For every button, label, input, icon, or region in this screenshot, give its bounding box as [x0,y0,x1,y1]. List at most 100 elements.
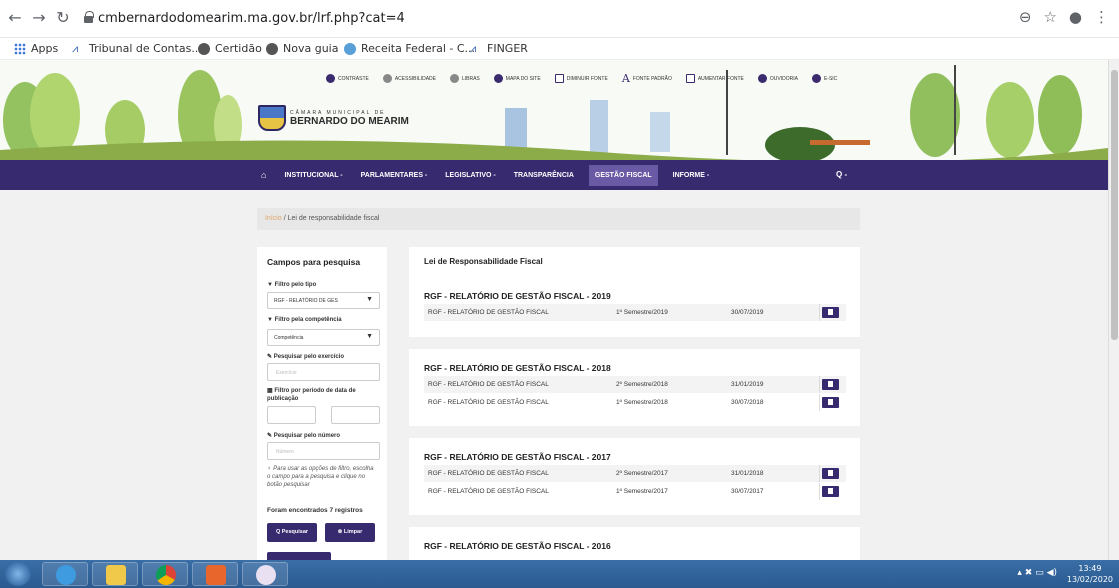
scrollbar-thumb[interactable] [1111,70,1118,340]
date-start-input[interactable] [267,406,316,424]
results-count: Foram encontrados 7 registros [267,507,363,514]
search-button[interactable]: Q Pesquisar [267,523,317,542]
menu-icon[interactable]: ⋮ [1094,8,1109,26]
main-nav: ⌂ INSTITUCIONAL - PARLAMENTARES - LEGISL… [0,160,1108,190]
globe-icon [266,42,278,55]
table-row: RGF - RELATÓRIO DE GESTÃO FISCAL 2º Seme… [424,465,846,482]
column-divider [819,376,820,393]
filter-help-note: ♀ Para usar as opções de filtro, escolha… [267,466,374,488]
paint-icon [256,565,276,585]
system-clock[interactable]: 13:49 13/02/2020 [1067,563,1113,585]
bookmark-finger[interactable]: ⩘ FINGER [470,42,528,55]
decrease-font-link[interactable]: DIMINUIR FONTE [554,72,608,85]
nav-informe[interactable]: INFORME - [670,168,713,183]
phone-icon [757,74,767,83]
nav-transparencia[interactable]: TRANSPARÊNCIA [511,168,577,183]
taskbar-app-orange[interactable] [192,562,238,586]
section-title-2019: RGF - RELATÓRIO DE GESTÃO FISCAL - 2019 [424,291,611,301]
app-orange-icon [206,565,226,585]
receita-logo-icon [344,42,356,55]
globe-icon [198,42,210,55]
libras-link[interactable]: LIBRAS [449,72,480,85]
start-button[interactable] [5,562,31,586]
sitemap-link[interactable]: MAPA DO SITE [493,72,541,85]
breadcrumb: Início / Lei de responsabilidade fiscal [257,208,860,230]
system-tray[interactable]: ▴ ✖ ▭ ◀) [1017,568,1057,578]
nav-search-icon[interactable]: Q - [836,170,847,179]
address-bar[interactable]: cmbernardodomearim.ma.gov.br/lrf.php?cat… [98,11,405,26]
default-font-link[interactable]: A FONTE PADRÃO [622,72,672,85]
ouvidoria-link[interactable]: OUVIDORIA [757,72,798,85]
bookmark-receita[interactable]: Receita Federal - C... [344,42,475,55]
card-2017: RGF - RELATÓRIO DE GESTÃO FISCAL - 2017 … [409,438,860,515]
esic-link[interactable]: E-SIC [811,72,837,85]
taskbar-ie[interactable] [42,562,88,586]
sitemap-icon [493,74,503,83]
date-filter-label: ▦ Filtro por período de data de publicaç… [267,388,356,402]
contrast-icon [326,74,335,83]
filter-competencia-select[interactable]: Competência ▼ [267,329,380,346]
sidebar-title: Campos para pesquisa [267,257,361,267]
download-icon[interactable] [822,468,839,479]
filter-type-label: ▼ Filtro pelo tipo [267,282,317,288]
table-row: RGF - RELATÓRIO DE GESTÃO FISCAL 1º Seme… [424,394,846,411]
reload-icon[interactable]: ↻ [54,9,72,27]
table-row: RGF - RELATÓRIO DE GESTÃO FISCAL 2º Seme… [424,376,846,393]
download-icon[interactable] [822,397,839,408]
lock-icon [84,11,94,23]
search-number-input[interactable]: Número [267,442,380,460]
logo-title: BERNARDO DO MEARIM [290,115,409,127]
accessibility-link[interactable]: ACESSIBILIDADE [382,72,436,85]
back-icon[interactable]: ← [6,9,24,27]
contrast-link[interactable]: CONTRASTE [326,72,369,85]
home-icon[interactable]: ⌂ [258,166,269,184]
site-logo[interactable]: CÂMARA MUNICIPAL DE BERNARDO DO MEARIM [258,105,409,131]
column-divider [819,483,820,500]
download-icon[interactable] [822,486,839,497]
zoom-icon[interactable]: ⊖ [1019,8,1032,26]
windows-taskbar: ▴ ✖ ▭ ◀) 13:49 13/02/2020 [0,560,1119,588]
nav-legislativo[interactable]: LEGISLATIVO - [442,168,498,183]
card-2016: RGF - RELATÓRIO DE GESTÃO FISCAL - 2016 [409,527,860,560]
section-title-2018: RGF - RELATÓRIO DE GESTÃO FISCAL - 2018 [424,363,611,373]
filter-type-select[interactable]: RGF - RELATÓRIO DE GES ▼ [267,292,380,309]
date-end-input[interactable] [331,406,380,424]
clear-button[interactable]: ⊗ Limpar [325,523,375,542]
taskbar-app-paint[interactable] [242,562,288,586]
search-sidebar: Campos para pesquisa ▼ Filtro pelo tipo … [257,247,387,571]
dropdown-arrow-icon: ▼ [366,333,373,340]
bookmarks-bar: Apps ⩘ Tribunal de Contas... Certidão No… [0,38,1119,60]
search-year-input[interactable]: Exercício [267,363,380,381]
breadcrumb-home[interactable]: Início [265,215,282,222]
profile-icon[interactable]: ● [1069,8,1082,26]
browser-toolbar: ← → ↻ cmbernardodomearim.ma.gov.br/lrf.p… [0,0,1119,38]
download-icon[interactable] [822,307,839,318]
site-header: CONTRASTE ACESSIBILIDADE LIBRAS MAPA DO … [0,60,1108,160]
minus-box-icon [554,74,564,83]
column-divider [819,394,820,411]
star-icon[interactable]: ☆ [1043,8,1056,26]
download-icon[interactable] [822,379,839,390]
bookmark-certidao[interactable]: Certidão [198,42,262,55]
nav-parlamentares[interactable]: PARLAMENTARES - [358,168,431,183]
taskbar-explorer[interactable] [92,562,138,586]
increase-font-link[interactable]: AUMENTAR FONTE [685,72,744,85]
crest-icon [258,105,286,131]
bookmark-tribunal[interactable]: ⩘ Tribunal de Contas... [72,42,202,55]
ie-icon [56,565,76,585]
nav-gestao-fiscal[interactable]: GESTÃO FISCAL [588,164,658,186]
page-scrollbar[interactable] [1108,60,1119,560]
column-divider [819,465,820,482]
forward-icon[interactable]: → [30,9,48,27]
nav-institucional[interactable]: INSTITUCIONAL - [281,168,345,183]
bookmark-nova-guia[interactable]: Nova guia [266,42,338,55]
page-title: Lei de Responsabilidade Fiscal [424,257,543,266]
info-icon [811,74,821,83]
accessibility-bar: CONTRASTE ACESSIBILIDADE LIBRAS MAPA DO … [326,72,837,85]
taskbar-chrome[interactable] [142,562,188,586]
bookmark-apps[interactable]: Apps [14,42,58,55]
hand-icon [449,74,459,83]
finger-logo-icon: ⩘ [470,41,477,55]
card-2019: Lei de Responsabilidade Fiscal RGF - REL… [409,247,860,337]
folder-icon [106,565,126,585]
